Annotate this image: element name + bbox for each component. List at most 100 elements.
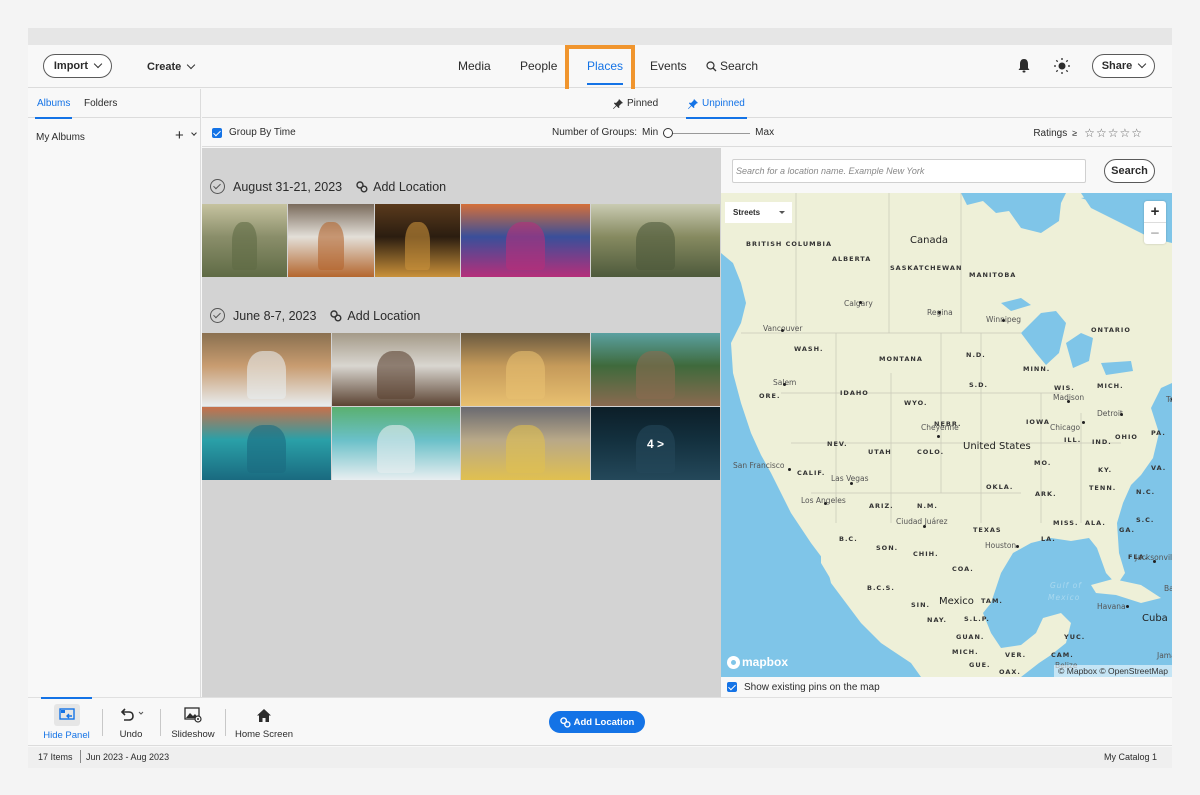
groups-slider[interactable] bbox=[663, 127, 751, 138]
photo-thumbnail[interactable] bbox=[461, 407, 590, 480]
sidebar-tabs: Albums Folders bbox=[28, 89, 200, 119]
group-header: June 8-7, 2023 Add Location bbox=[210, 308, 420, 323]
photo-subject bbox=[506, 222, 545, 270]
tab-places[interactable]: Places bbox=[587, 45, 624, 88]
photo-subject bbox=[318, 222, 344, 270]
mapbox-label: mapbox bbox=[742, 655, 789, 669]
photo-subject bbox=[247, 425, 286, 473]
rating-star-icon[interactable]: ☆ bbox=[1108, 126, 1119, 140]
rating-stars[interactable]: ☆ ☆ ☆ ☆ ☆ bbox=[1084, 126, 1142, 140]
photo-subject bbox=[376, 425, 416, 473]
slideshow-icon bbox=[183, 705, 203, 725]
map-panel: Search for a location name. Example New … bbox=[721, 148, 1172, 697]
rating-star-icon[interactable]: ☆ bbox=[1131, 126, 1142, 140]
status-divider bbox=[80, 750, 81, 763]
map-zoom-control: + − bbox=[1144, 201, 1166, 244]
select-group-check-icon[interactable] bbox=[210, 308, 225, 323]
pinned-label: Pinned bbox=[627, 98, 659, 109]
unpinned-label: Unpinned bbox=[702, 98, 745, 109]
toolbar-divider bbox=[160, 709, 161, 736]
add-album-icon[interactable]: + bbox=[175, 127, 184, 144]
photo-thumbnail[interactable] bbox=[288, 204, 374, 277]
album-options-chevron-icon[interactable] bbox=[191, 130, 197, 136]
photo-thumbnail[interactable] bbox=[332, 407, 460, 480]
photo-thumbnail[interactable] bbox=[591, 204, 720, 277]
photo-thumbnail[interactable] bbox=[332, 333, 460, 406]
min-label: Min bbox=[642, 127, 659, 138]
select-group-check-icon[interactable] bbox=[210, 179, 225, 194]
hide-panel-button[interactable]: Hide Panel bbox=[41, 697, 92, 747]
ratings-filter: Ratings ≥ ☆ ☆ ☆ ☆ ☆ bbox=[1033, 126, 1142, 140]
import-label: Import bbox=[53, 60, 89, 72]
city-marker bbox=[850, 482, 853, 485]
rating-star-icon[interactable]: ☆ bbox=[1096, 126, 1107, 140]
sidebar-tab-albums[interactable]: Albums bbox=[34, 89, 73, 119]
photo-thumbnail[interactable] bbox=[202, 333, 331, 406]
map-style-dropdown[interactable]: Streets bbox=[725, 202, 792, 223]
share-button[interactable]: Share bbox=[1092, 54, 1155, 78]
rating-star-icon[interactable]: ☆ bbox=[1119, 126, 1130, 140]
slider-thumb[interactable] bbox=[663, 127, 674, 138]
home-screen-label: Home Screen bbox=[234, 729, 294, 740]
map-land bbox=[721, 193, 1172, 677]
more-photos-overlay[interactable]: 4 > bbox=[591, 407, 720, 480]
brightness-icon[interactable] bbox=[1053, 57, 1071, 75]
tab-media[interactable]: Media bbox=[458, 45, 491, 88]
slideshow-button[interactable]: Slideshow bbox=[168, 698, 218, 747]
photo-subject bbox=[247, 351, 286, 399]
tab-people[interactable]: People bbox=[520, 45, 557, 88]
slider-track bbox=[663, 132, 751, 134]
tab-search[interactable]: Search bbox=[706, 45, 758, 88]
group-by-time-checkbox[interactable]: Group By Time bbox=[212, 127, 296, 138]
mapbox-logo[interactable]: mapbox bbox=[727, 655, 788, 669]
add-location-link[interactable]: Add Location bbox=[330, 309, 420, 323]
photo-thumbnail[interactable] bbox=[591, 333, 720, 406]
pin-icon bbox=[613, 98, 623, 109]
status-bar: 17 Items Jun 2023 - Aug 2023 My Catalog … bbox=[28, 747, 1172, 768]
city-marker bbox=[1067, 400, 1070, 403]
import-button[interactable]: Import bbox=[43, 54, 112, 78]
sidebar-tab-folders[interactable]: Folders bbox=[84, 89, 117, 118]
bell-icon[interactable] bbox=[1015, 57, 1033, 75]
search-tab-label: Search bbox=[720, 59, 759, 73]
city-marker bbox=[938, 311, 941, 314]
create-label: Create bbox=[147, 61, 182, 73]
number-of-groups-control: Number of Groups: Min Max bbox=[552, 127, 774, 138]
photo-thumbnail[interactable] bbox=[461, 204, 590, 277]
location-pin-icon bbox=[559, 716, 571, 728]
photo-thumbnail[interactable]: 4 > bbox=[591, 407, 720, 480]
photo-thumbnail[interactable] bbox=[461, 333, 590, 406]
hide-panel-label: Hide Panel bbox=[43, 730, 90, 741]
show-pins-checkbox[interactable]: Show existing pins on the map bbox=[727, 677, 880, 697]
map-attribution[interactable]: © Mapbox © OpenStreetMap bbox=[1054, 665, 1172, 677]
zoom-out-button[interactable]: − bbox=[1144, 222, 1166, 243]
photo-subject bbox=[506, 425, 545, 473]
chevron-down-icon bbox=[93, 59, 103, 69]
rating-star-icon[interactable]: ☆ bbox=[1084, 126, 1095, 140]
add-location-link[interactable]: Add Location bbox=[356, 180, 446, 194]
photo-thumbnail[interactable] bbox=[202, 407, 331, 480]
photo-grid: August 31-21, 2023 Add Location June 8-7… bbox=[202, 148, 721, 697]
undo-button[interactable]: Undo bbox=[111, 698, 151, 747]
location-pin-icon bbox=[356, 180, 368, 192]
group-by-time-label: Group By Time bbox=[229, 127, 296, 138]
tab-events[interactable]: Events bbox=[650, 45, 687, 88]
photo-thumbnail[interactable] bbox=[202, 204, 287, 277]
undo-icon bbox=[116, 705, 146, 725]
location-search-input[interactable] bbox=[732, 159, 1086, 183]
zoom-in-button[interactable]: + bbox=[1144, 201, 1166, 222]
home-screen-button[interactable]: Home Screen bbox=[234, 698, 294, 747]
map-view[interactable]: Canada United States Mexico Cuba BRITISH COL… bbox=[721, 193, 1172, 677]
max-label: Max bbox=[755, 127, 775, 138]
add-location-button[interactable]: Add Location bbox=[549, 711, 645, 733]
group-header: August 31-21, 2023 Add Location bbox=[210, 179, 446, 194]
unpin-icon bbox=[688, 98, 698, 109]
create-button[interactable]: Create bbox=[147, 60, 196, 73]
tab-unpinned[interactable]: Unpinned bbox=[686, 89, 747, 119]
tab-pinned[interactable]: Pinned bbox=[613, 89, 658, 118]
photo-thumbnail[interactable] bbox=[375, 204, 460, 277]
catalog-name: My Catalog 1 bbox=[1103, 752, 1157, 762]
city-marker bbox=[781, 329, 784, 332]
location-search-button[interactable]: Search bbox=[1104, 159, 1155, 183]
location-pin-icon bbox=[330, 309, 342, 321]
